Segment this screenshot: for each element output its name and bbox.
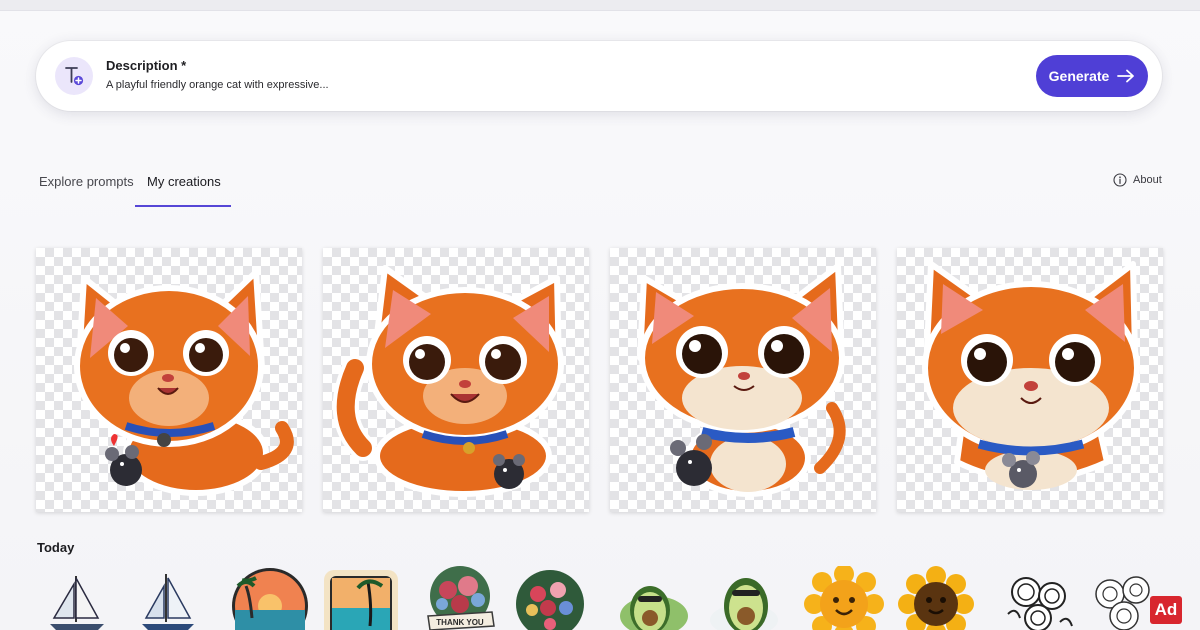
info-icon	[1113, 173, 1127, 187]
text-add-icon	[55, 57, 93, 95]
palm-beach-icon	[324, 570, 398, 630]
sticker-thumbnail[interactable]	[228, 566, 308, 630]
sticker-thumbnail[interactable]	[510, 566, 590, 630]
description-label: Description *	[106, 58, 187, 73]
generate-button-label: Generate	[1048, 68, 1110, 84]
sticker-thumbnail[interactable]	[804, 566, 884, 630]
sailboat-icon	[50, 576, 104, 630]
today-heading: Today	[37, 540, 75, 555]
sticker-thumbnail[interactable]	[130, 566, 210, 630]
watermark-logo: Ad	[1150, 596, 1182, 624]
active-tab-indicator	[135, 205, 231, 207]
avocado-icon	[620, 586, 688, 630]
sailboat-icon	[142, 574, 194, 630]
sticker-thumbnail[interactable]	[896, 566, 976, 630]
thank-you-flowers-icon: THANK YOU	[427, 566, 495, 630]
sticker-thumbnail[interactable]	[40, 566, 120, 630]
thank-you-text: THANK YOU	[436, 618, 484, 627]
about-link[interactable]: About	[1113, 173, 1162, 187]
sticker-thumbnail[interactable]	[704, 566, 784, 630]
sticker-thumbnail[interactable]	[998, 566, 1078, 630]
about-label: About	[1133, 174, 1162, 186]
description-input[interactable]: A playful friendly orange cat with expre…	[106, 79, 329, 91]
creation-card[interactable]	[36, 248, 302, 512]
creation-card[interactable]	[610, 248, 876, 512]
sunset-beach-icon	[232, 568, 308, 630]
flower-bouquet-icon	[516, 570, 584, 630]
creation-card[interactable]	[897, 248, 1163, 512]
sticker-thumbnail[interactable]	[320, 566, 400, 630]
cat-sticker-image	[332, 265, 564, 497]
tab-my-creations[interactable]: My creations	[147, 174, 221, 189]
tab-explore-prompts[interactable]: Explore prompts	[39, 174, 134, 189]
sunflower-icon	[898, 566, 974, 630]
generate-button[interactable]: Generate	[1036, 55, 1148, 97]
sunflower-icon	[804, 566, 884, 630]
today-thumbnails: THANK YOU	[0, 566, 1200, 630]
arrow-right-icon	[1117, 69, 1135, 83]
browser-top-strip	[0, 0, 1200, 11]
cat-sticker-image	[922, 261, 1140, 490]
cat-sticker-image	[637, 263, 846, 497]
sticker-thumbnail[interactable]	[614, 566, 694, 630]
sticker-thumbnail[interactable]: THANK YOU	[420, 566, 500, 630]
roses-icon	[1007, 577, 1073, 630]
avocado-icon	[710, 578, 778, 630]
cat-sticker-image	[74, 269, 294, 496]
prompt-bar[interactable]: Description * A playful friendly orange …	[36, 41, 1162, 111]
creation-card[interactable]	[323, 248, 589, 512]
